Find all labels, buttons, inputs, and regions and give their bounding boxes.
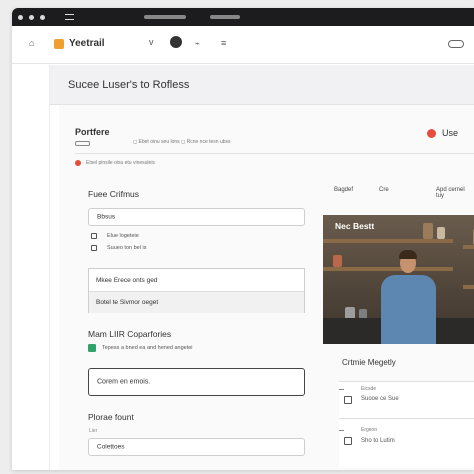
main-content: Portfere ◻ Ebet oinu seu lons ◻ Rcne nce… bbox=[59, 105, 474, 470]
toggle-switch[interactable] bbox=[448, 40, 464, 48]
pill-control[interactable] bbox=[75, 141, 90, 146]
group-option[interactable]: Mkee Erece onts ged bbox=[89, 269, 304, 291]
person-hair bbox=[399, 250, 417, 259]
option-row[interactable]: Suueo ton bel is bbox=[91, 245, 146, 251]
window-dot[interactable] bbox=[18, 14, 23, 20]
user-avatar-icon[interactable] bbox=[170, 36, 182, 48]
text-field[interactable]: Colettoes bbox=[88, 438, 305, 456]
field-value: Colettoes bbox=[97, 443, 125, 451]
window-dot[interactable] bbox=[29, 14, 34, 20]
list-title: Crtmie Megetly bbox=[342, 358, 396, 367]
search-input[interactable]: Bbsus bbox=[88, 208, 305, 226]
option-group: Mkee Erece onts ged Botel te Sivmor oege… bbox=[88, 268, 305, 313]
chevron-down-icon[interactable]: v bbox=[149, 37, 154, 47]
lock-icon bbox=[91, 233, 97, 239]
item-checkbox[interactable] bbox=[344, 437, 352, 445]
user-badge[interactable]: Use bbox=[426, 128, 458, 138]
column-label: Cre bbox=[379, 187, 389, 193]
menu-icon[interactable] bbox=[65, 14, 74, 20]
list-panel: Eicsde Suooe ce Sue Ergeon Sho to Lutim bbox=[339, 381, 474, 467]
option-label: Elue logeteie bbox=[107, 233, 139, 239]
brand-logo-icon bbox=[54, 38, 64, 49]
list-item[interactable]: Eicsde Suooe ce Sue bbox=[339, 382, 474, 418]
brand-name: Yeetrail bbox=[69, 38, 105, 49]
section-title: Mam LIIR Coparfories bbox=[88, 329, 172, 339]
search-value: Bbsus bbox=[97, 213, 116, 221]
card-heading: Portfere bbox=[75, 127, 110, 137]
option-label: Suueo ton bel is bbox=[107, 245, 147, 251]
divider bbox=[75, 153, 474, 154]
sidebar bbox=[12, 65, 50, 470]
group-option[interactable]: Botel te Sivmor oeget bbox=[89, 291, 304, 313]
lock-icon bbox=[91, 245, 97, 251]
item-label: Ergeon bbox=[361, 427, 378, 433]
cta-box[interactable]: Corem en emois. bbox=[88, 368, 305, 396]
field-caption: Lier bbox=[89, 428, 98, 434]
card-meta: ◻ Ebet oinu seu lons ◻ Rcne nce tesn ubs… bbox=[133, 139, 231, 145]
item-label: Eicsde bbox=[361, 386, 377, 392]
section-title: Plorae fount bbox=[88, 412, 134, 422]
title-placeholder bbox=[144, 15, 186, 19]
hamburger-icon[interactable]: ≡ bbox=[221, 38, 226, 48]
checkbox-label: Tepess a bned ea and hened angetei bbox=[102, 345, 193, 351]
column-label: Apd cernel tuy bbox=[436, 187, 465, 199]
title-placeholder bbox=[210, 15, 240, 19]
checkbox[interactable] bbox=[88, 344, 96, 352]
record-icon bbox=[426, 128, 436, 138]
list-item[interactable]: Ergeon Sho to Lutim bbox=[339, 418, 474, 454]
item-value: Suooe ce Sue bbox=[361, 396, 399, 402]
checkbox-row[interactable]: Tepess a bned ea and hened angetei bbox=[88, 344, 193, 352]
person-figure bbox=[381, 275, 436, 344]
hero-image: Nec Bestt bbox=[323, 215, 474, 344]
user-label: Use bbox=[441, 128, 458, 138]
cta-text: Corem en emois. bbox=[97, 378, 151, 386]
alert-text: Etsel pinsile oisu etu vinesuleis bbox=[86, 160, 155, 166]
title-bar bbox=[12, 8, 474, 26]
alert-row: Etsel pinsile oisu etu vinesuleis bbox=[75, 160, 155, 166]
section-title: Fuee Crifmus bbox=[88, 189, 140, 199]
page-header: Sucee Luser's to Rofless bbox=[50, 65, 474, 105]
link-icon[interactable]: ⌁ bbox=[195, 39, 200, 48]
item-checkbox[interactable] bbox=[344, 396, 352, 404]
brand[interactable]: Yeetrail bbox=[54, 38, 105, 49]
toolbar: ⌂ Yeetrail v ⌁ ≡ bbox=[12, 26, 474, 64]
hero-caption: Nec Bestt bbox=[335, 221, 375, 231]
alert-icon bbox=[75, 160, 81, 166]
page-title: Sucee Luser's to Rofless bbox=[68, 79, 190, 91]
item-value: Sho to Lutim bbox=[361, 438, 395, 444]
window-dot[interactable] bbox=[40, 14, 45, 20]
option-row[interactable]: Elue logeteie bbox=[91, 233, 139, 239]
home-icon[interactable]: ⌂ bbox=[29, 39, 38, 48]
app-window: ⌂ Yeetrail v ⌁ ≡ Sucee Luser's to Rofles… bbox=[12, 8, 474, 470]
column-label: Bagdef bbox=[334, 187, 354, 193]
